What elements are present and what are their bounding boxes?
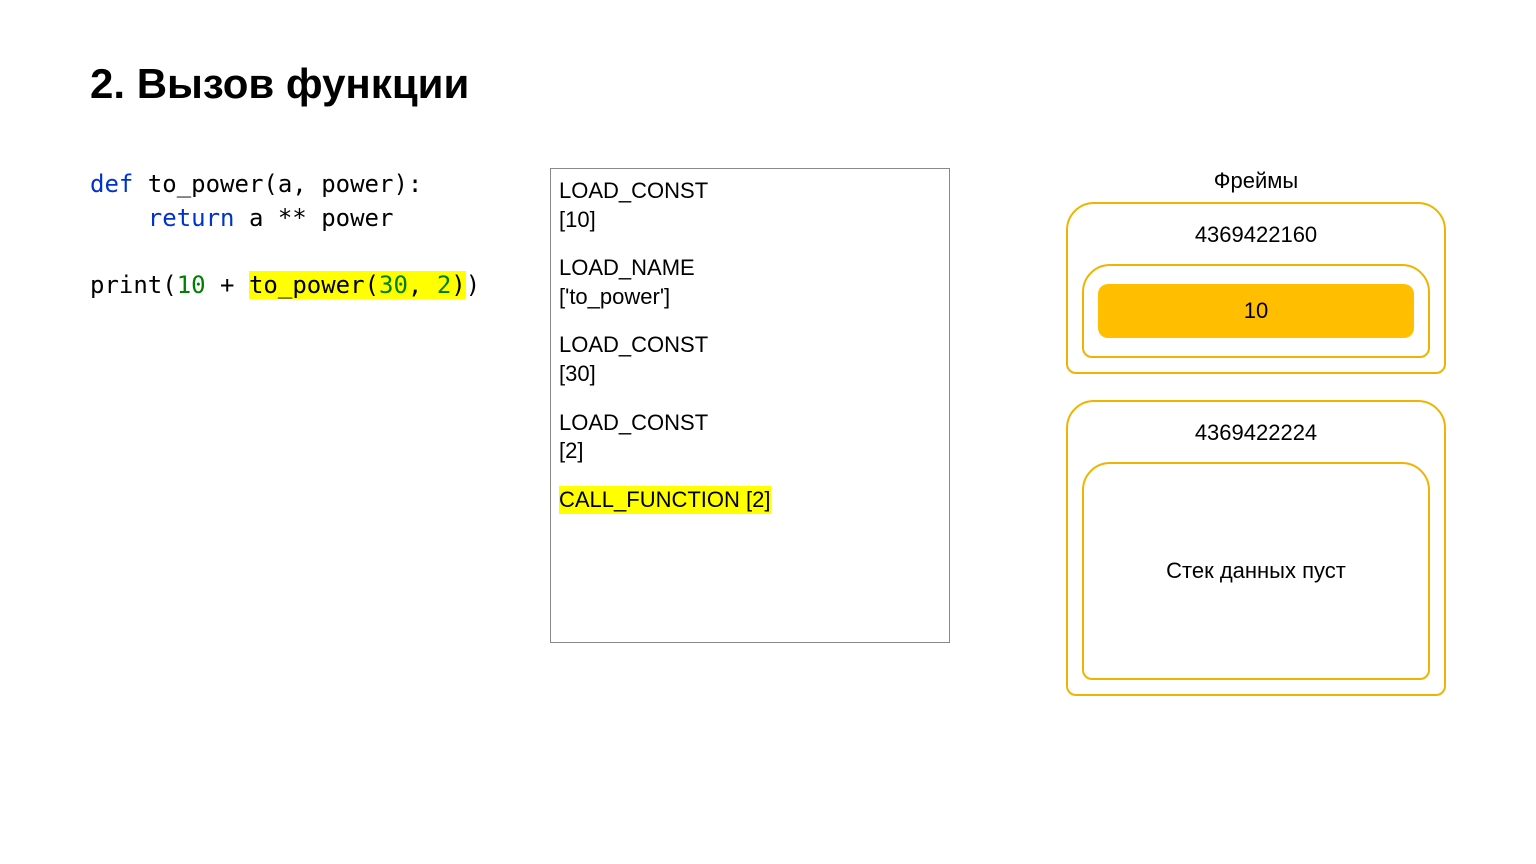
frames-label: Фреймы [1066, 168, 1446, 194]
bytecode-op: LOAD_CONST [559, 177, 941, 206]
bytecode-arg: [30] [559, 360, 941, 389]
bytecode-arg: ['to_power'] [559, 283, 941, 312]
bytecode-arg: [2] [559, 437, 941, 466]
code-call-name: to_power( [249, 271, 379, 299]
code-close: ) [451, 271, 465, 299]
bytecode-box: LOAD_CONST [10] LOAD_NAME ['to_power'] L… [550, 168, 950, 643]
stack-empty-text: Стек данных пуст [1098, 478, 1414, 664]
code-num-10: 10 [177, 271, 206, 299]
code-comma: , [408, 271, 437, 299]
frame-stack: 10 [1082, 264, 1430, 358]
code-highlight-call: to_power(30, 2) [249, 271, 466, 299]
frame-stack: Стек данных пуст [1082, 462, 1430, 680]
frame-id: 4369422224 [1082, 420, 1430, 446]
frame-id: 4369422160 [1082, 222, 1430, 248]
code-num-30: 30 [379, 271, 408, 299]
bytecode-op: LOAD_CONST [559, 409, 941, 438]
code-plus: + [206, 271, 249, 299]
code-line2-rest: a ** power [235, 204, 394, 232]
code-outer-close: ) [466, 271, 480, 299]
kw-return: return [148, 204, 235, 232]
code-column: def to_power(a, power): return a ** powe… [90, 168, 510, 302]
frame-outer: 4369422224 Стек данных пуст [1066, 400, 1446, 696]
slide-title: 2. Вызов функции [90, 60, 1446, 108]
code-line1-rest: to_power(a, power): [133, 170, 422, 198]
frames-column: Фреймы 4369422160 10 4369422224 Стек дан… [1066, 168, 1446, 722]
bytecode-column: LOAD_CONST [10] LOAD_NAME ['to_power'] L… [550, 168, 950, 643]
bytecode-arg: [10] [559, 206, 941, 235]
code-print: print( [90, 271, 177, 299]
bytecode-op: LOAD_CONST [559, 331, 941, 360]
bytecode-op-highlighted: CALL_FUNCTION [2] [559, 486, 771, 515]
frame-outer: 4369422160 10 [1066, 202, 1446, 374]
stack-item: 10 [1098, 284, 1414, 338]
code-indent [90, 204, 148, 232]
kw-def: def [90, 170, 133, 198]
bytecode-op: LOAD_NAME [559, 254, 941, 283]
code-block: def to_power(a, power): return a ** powe… [90, 168, 510, 302]
code-num-2: 2 [437, 271, 451, 299]
